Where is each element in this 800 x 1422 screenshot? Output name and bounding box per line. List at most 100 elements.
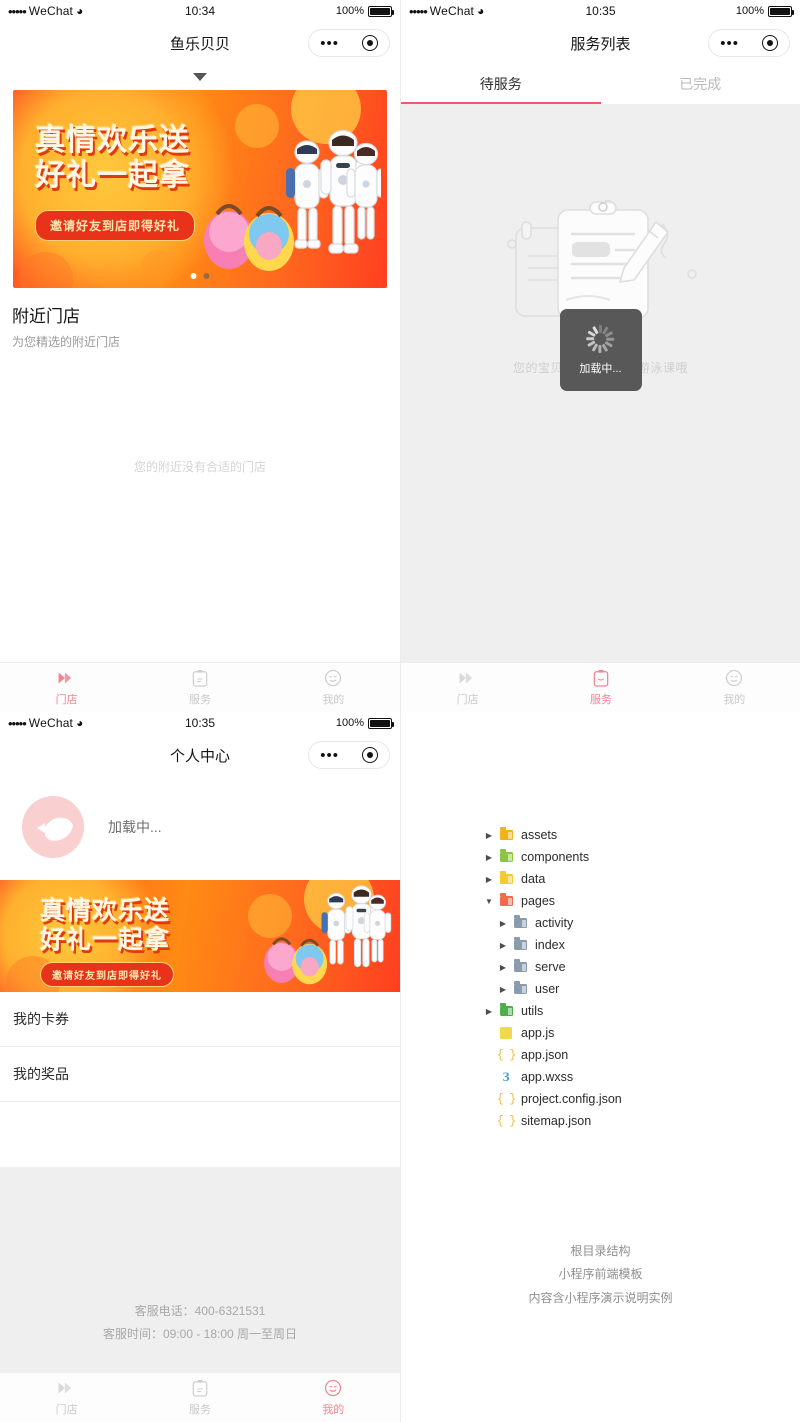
robots-and-bags-image [264, 885, 392, 985]
folder-icon [509, 937, 531, 950]
tab-bar-profile: 门店 服务 我的 [0, 1372, 400, 1422]
profile-footer-area: 客服电话：400-6321531 客服时间：09:00 - 18:00 周一至周… [0, 1167, 400, 1372]
tree-node-activity[interactable]: ▶ activity [483, 912, 800, 934]
tree-node-label: index [535, 938, 565, 952]
chevron-right-icon[interactable]: ▶ [497, 985, 509, 994]
more-dots-icon[interactable]: ••• [720, 36, 739, 51]
chevron-right-icon[interactable]: ▶ [497, 941, 509, 950]
chevron-right-icon[interactable]: ▶ [497, 963, 509, 972]
tree-node-sitemap-json[interactable]: { } sitemap.json [483, 1110, 800, 1132]
tree-node-assets[interactable]: ▶ assets [483, 824, 800, 846]
service-hours: 客服时间：09:00 - 18:00 周一至周日 [102, 1326, 298, 1341]
profile-loading-text: 加载中... [108, 819, 162, 835]
tab-profile[interactable]: 我的 [267, 1378, 400, 1417]
tree-node-utils[interactable]: ▶ utils [483, 1000, 800, 1022]
tree-node-label: activity [535, 916, 574, 930]
tab-store[interactable]: 门店 [401, 668, 534, 707]
smiley-icon [324, 1378, 342, 1398]
tab-store[interactable]: 门店 [0, 668, 133, 707]
wechat-capsule[interactable]: ••• [308, 741, 390, 769]
close-target-icon[interactable] [761, 35, 778, 51]
banner-dot[interactable] [190, 273, 197, 279]
list-item[interactable]: 我的奖品 [0, 1047, 400, 1102]
store-icon [57, 1378, 76, 1398]
folder-icon [509, 915, 531, 928]
tab-service[interactable]: 服务 [534, 668, 667, 707]
tree-node-label: app.js [521, 1026, 555, 1040]
tab-service[interactable]: 服务 [133, 1378, 266, 1417]
list-item[interactable]: 我的卡券 [0, 992, 400, 1047]
smiley-icon [324, 668, 342, 688]
tree-node-label: user [535, 982, 560, 996]
promo-banner[interactable]: 真情欢乐送 好礼一起拿 邀请好友到店即得好礼 [0, 880, 400, 992]
tab-profile[interactable]: 我的 [668, 668, 800, 707]
tab-completed-service[interactable]: 已完成 [601, 64, 800, 104]
file-tree: ▶ assets ▶ components ▶ data ▼ pages ▶ activity ▶ i… [401, 712, 800, 1132]
list-item-label: 我的卡券 [13, 1011, 69, 1027]
tree-node-project-config-json[interactable]: { } project.config.json [483, 1088, 800, 1110]
tree-node-app-wxss[interactable]: Зapp.wxss [483, 1066, 800, 1088]
banner-cta-button[interactable]: 邀请好友到店即得好礼 [40, 962, 174, 987]
tab-service[interactable]: 服务 [133, 668, 266, 707]
folder-icon [509, 959, 531, 972]
chevron-right-icon[interactable]: ▶ [483, 1007, 495, 1016]
tab-profile[interactable]: 我的 [267, 668, 400, 707]
tree-node-label: app.json [521, 1048, 569, 1062]
chevron-right-icon[interactable]: ▶ [497, 919, 509, 928]
tree-node-app-json[interactable]: { } app.json [483, 1044, 800, 1066]
tree-node-user[interactable]: ▶ user [483, 978, 800, 1000]
banner-cta-button[interactable]: 邀请好友到店即得好礼 [35, 209, 196, 241]
tree-node-serve[interactable]: ▶ serve [483, 956, 800, 978]
spinner-icon [586, 324, 615, 353]
folder-icon [495, 893, 517, 906]
tree-node-pages[interactable]: ▼ pages [483, 890, 800, 912]
smiley-icon [725, 668, 743, 688]
panel-store: ••••• WeChat ◕ 10:34 100% 鱼乐贝贝 ••• 真情欢乐送… [0, 0, 400, 712]
banner-headline-2: 好礼一起拿 [40, 925, 171, 954]
tab-pending-service[interactable]: 待服务 [401, 64, 601, 104]
more-dots-icon[interactable]: ••• [320, 748, 339, 763]
caption-line: 内容含小程序演示说明实例 [528, 1290, 673, 1305]
tree-node-label: utils [521, 1004, 544, 1018]
wechat-capsule[interactable]: ••• [308, 29, 390, 57]
tab-label: 服务 [188, 1404, 211, 1416]
close-target-icon[interactable] [361, 35, 378, 51]
nav-bar: 个人中心 ••• [0, 734, 400, 776]
chevron-right-icon[interactable]: ▶ [483, 831, 495, 840]
json-file-icon: { } [496, 1092, 517, 1106]
service-list-body: 您的宝贝还没有购买的游泳课哦 加载中... [401, 104, 800, 662]
file-tree-caption: 根目录结构 小程序前端模板 内容含小程序演示说明实例 [401, 1240, 800, 1310]
banner-headline-1: 真情欢乐送 [40, 896, 171, 925]
caption-line: 根目录结构 [570, 1244, 631, 1258]
promo-banner[interactable]: 真情欢乐送 好礼一起拿 邀请好友到店即得好礼 [13, 90, 387, 288]
tab-store[interactable]: 门店 [0, 1378, 133, 1417]
chevron-right-icon[interactable]: ▶ [483, 853, 495, 862]
list-item-label: 我的奖品 [13, 1066, 69, 1082]
close-target-icon[interactable] [361, 747, 378, 763]
tree-node-data[interactable]: ▶ data [483, 868, 800, 890]
chevron-down-icon[interactable]: ▼ [483, 897, 495, 906]
banner-pagination-dots[interactable] [190, 273, 210, 279]
profile-header[interactable]: 加载中... [0, 776, 400, 880]
status-bar: ••••• WeChat ◕ 10:35 100% [0, 712, 400, 734]
more-dots-icon[interactable]: ••• [320, 36, 339, 51]
store-icon [57, 668, 76, 688]
json-file-icon: { } [496, 1114, 517, 1128]
tree-node-components[interactable]: ▶ components [483, 846, 800, 868]
tree-node-label: assets [521, 828, 558, 842]
tree-node-index[interactable]: ▶ index [483, 934, 800, 956]
folder-icon [495, 849, 517, 862]
tree-node-app-js[interactable]: app.js [483, 1022, 800, 1044]
chevron-down-icon[interactable] [0, 64, 400, 90]
loading-toast: 加载中... [559, 309, 642, 391]
tree-node-label: app.wxss [521, 1070, 574, 1084]
status-time: 10:34 [184, 4, 216, 18]
banner-copy: 真情欢乐送 好礼一起拿 邀请好友到店即得好礼 [40, 896, 174, 987]
avatar[interactable] [22, 796, 84, 858]
battery-icon [368, 5, 394, 17]
wechat-capsule[interactable]: ••• [708, 29, 790, 57]
chevron-right-icon[interactable]: ▶ [483, 875, 495, 884]
screenshot-canvas: ••••• WeChat ◕ 10:34 100% 鱼乐贝贝 ••• 真情欢乐送… [0, 0, 800, 1422]
page-title: 鱼乐贝贝 [169, 35, 230, 53]
banner-dot-active[interactable] [203, 273, 210, 279]
